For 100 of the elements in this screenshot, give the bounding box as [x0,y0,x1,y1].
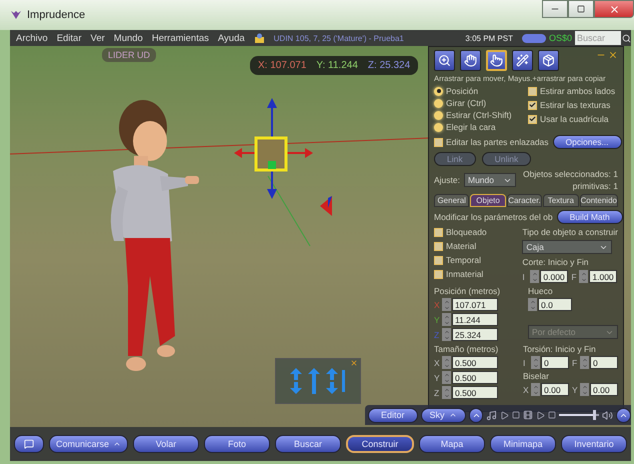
axis-label: Z [434,330,440,340]
number-field[interactable]: 0.000 [540,270,568,283]
coordinate-text: Y: 11.244 [316,60,358,71]
close-button[interactable] [594,0,634,18]
caret-icon [448,411,457,419]
checkbox-label: Usar la cuadrícula [540,114,609,124]
toolbar-button[interactable]: Construir [346,435,414,453]
close-icon [608,4,620,14]
field-label: Tamaño (metros) [434,344,500,354]
close-icon[interactable] [608,50,618,60]
tool-button[interactable] [486,50,507,71]
selection-count: Objetos seleccionados: 1 [523,169,618,179]
film-icon [523,410,534,420]
search-field[interactable]: Buscar [575,31,621,45]
package-icon [542,54,555,67]
number-field[interactable]: 0.500 [452,371,498,384]
zoom-icon [438,54,451,67]
toolbar-button[interactable]: Foto [204,435,270,453]
toolbar-button[interactable]: Mapa [419,435,486,453]
radio-button[interactable] [434,86,443,96]
app-logo-icon [10,9,22,21]
menu-item[interactable]: Ver [90,32,105,44]
coordinate-text: X: 107.071 [258,60,306,71]
number-field[interactable]: 107.071 [452,298,498,311]
spinner-icon[interactable] [530,270,540,283]
minimize-button[interactable] [542,0,568,18]
checkbox[interactable] [434,228,443,236]
checkbox[interactable] [528,86,537,96]
stop-button[interactable] [548,411,556,419]
tool-button[interactable] [538,50,559,71]
axis-label: X [434,300,441,310]
axis-label: Y [572,384,579,394]
expand-button[interactable] [468,408,484,422]
number-field[interactable]: 25.324 [452,328,498,341]
number-field[interactable]: 0 [590,356,618,369]
radio-label: Estirar (Ctrl-Shift) [446,110,512,120]
search-icon[interactable] [622,34,631,42]
toolbar-button[interactable]: Buscar [275,435,342,453]
toolbar-button[interactable]: Minimapa [490,435,556,453]
tool-button[interactable] [460,50,481,71]
field-label: Torsión: Inicio y Fin [523,344,597,354]
checkbox[interactable] [434,138,443,146]
play-button[interactable] [536,410,546,420]
menu-item[interactable]: Mundo [114,32,143,44]
checkbox[interactable] [434,270,443,278]
stop-button[interactable] [512,411,520,419]
snap-dropdown[interactable]: Mundo [464,173,516,187]
number-field[interactable]: 0.0 [538,298,572,311]
spinner-icon[interactable] [579,270,588,283]
field-label: Corte: Inicio y Fin [522,257,590,267]
chat-button[interactable] [14,435,44,453]
axis-label: F [571,272,578,282]
tab[interactable]: Caracter. [506,194,542,207]
radio-button[interactable] [434,122,443,132]
menu-item[interactable]: Ayuda [218,32,245,44]
axis-line [268,176,310,246]
menu-item[interactable]: Archivo [16,32,48,44]
coordinate-text: Z: 25.324 [368,60,410,71]
number-field[interactable]: 11.244 [452,313,498,326]
expand-button[interactable] [616,408,631,422]
tab[interactable]: General [434,194,470,207]
toolbar-button[interactable]: Volar [133,435,200,453]
tab[interactable]: Contenido [580,194,618,207]
tool-button[interactable] [512,50,533,71]
checkbox[interactable] [528,100,537,110]
number-field[interactable]: 0.500 [452,386,498,399]
hand-icon [464,54,477,67]
number-field[interactable]: 0.500 [452,356,498,369]
editor-button[interactable]: Editor [368,408,418,422]
number-field[interactable]: 0 [541,356,569,369]
close-icon[interactable] [350,359,358,367]
tab[interactable]: Objeto [470,194,506,207]
radio-label: Elegir la cara [446,122,496,132]
type-dropdown[interactable]: Caja [522,240,612,254]
checkbox[interactable] [528,114,537,124]
location-icon [254,32,265,44]
number-field[interactable]: 0.00 [541,383,569,396]
checkbox-label: Estirar las texturas [540,100,610,110]
toolbar-button[interactable]: Comunicarse [49,435,128,453]
axis-label: X [523,384,530,394]
checkbox[interactable] [434,256,443,264]
selection-count: primitivas: 1 [572,181,618,191]
tab[interactable]: Textura [543,194,578,207]
sky-button[interactable]: Sky [420,408,466,422]
maximize-button[interactable] [568,0,594,18]
play-button[interactable] [500,410,510,420]
speaker-icon[interactable] [602,410,614,420]
build-math-button[interactable]: Build Math [556,210,623,224]
menu-item[interactable]: Editar [56,32,82,44]
radio-button[interactable] [434,110,443,120]
radio-button[interactable] [434,98,443,108]
snap-label: Ajuste: [434,175,460,185]
toolbar-button[interactable]: Inventario [561,435,628,453]
options-button[interactable]: Opciones... [552,135,622,149]
tool-button[interactable] [434,50,455,71]
move-arrows-icon [288,366,348,396]
number-field[interactable]: 1.000 [589,270,618,283]
checkbox[interactable] [434,242,443,250]
menu-item[interactable]: Herramientas [152,32,209,44]
number-field[interactable]: 0.00 [590,383,618,396]
